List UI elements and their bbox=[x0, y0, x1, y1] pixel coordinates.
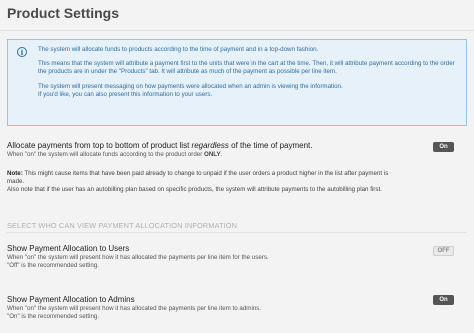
info-line-2: This means that the system will attribut… bbox=[38, 60, 455, 76]
visibility-section-header: SELECT WHO CAN VIEW PAYMENT ALLOCATION I… bbox=[7, 221, 238, 230]
info-banner: i The system will allocate funds to prod… bbox=[7, 39, 467, 126]
info-circle-icon: i bbox=[17, 47, 27, 57]
admins-toggle[interactable]: On bbox=[433, 295, 454, 305]
allocate-setting-description: When "on" the system will allocate funds… bbox=[7, 151, 223, 158]
users-setting-recommendation: "Off" is the recommended setting. bbox=[7, 262, 99, 270]
info-line-3a: The system will present messaging on how… bbox=[38, 82, 343, 90]
info-line-1: The system will allocate funds to produc… bbox=[38, 46, 319, 53]
section-divider bbox=[7, 232, 467, 233]
users-setting-title: Show Payment Allocation to Users bbox=[7, 244, 130, 253]
admins-setting-description: When "on" the system will present how it… bbox=[7, 305, 262, 312]
users-setting-description: When "on" the system will present how it… bbox=[7, 254, 269, 261]
note-text-1: Note: This might cause items that have b… bbox=[7, 170, 389, 186]
allocate-setting: Allocate payments from top to bottom of … bbox=[7, 140, 467, 159]
page-title: Product Settings bbox=[7, 5, 120, 21]
allocation-note: Note: This might cause items that have b… bbox=[7, 170, 407, 195]
title-divider bbox=[0, 30, 474, 31]
users-toggle[interactable]: OFF bbox=[433, 246, 454, 256]
admins-setting: Show Payment Allocation to Admins When "… bbox=[7, 294, 467, 321]
info-line-3b: If you'd like, you can also present this… bbox=[38, 90, 213, 98]
info-text: The system will allocate funds to produc… bbox=[38, 46, 460, 99]
users-setting: Show Payment Allocation to Users When "o… bbox=[7, 243, 467, 270]
allocate-toggle[interactable]: On bbox=[433, 142, 454, 152]
allocate-setting-title: Allocate payments from top to bottom of … bbox=[7, 141, 313, 150]
admins-setting-title: Show Payment Allocation to Admins bbox=[7, 295, 135, 304]
admins-setting-recommendation: "On" is the recommended setting. bbox=[7, 313, 100, 321]
note-text-2: Also note that if the user has an autobi… bbox=[7, 186, 382, 194]
